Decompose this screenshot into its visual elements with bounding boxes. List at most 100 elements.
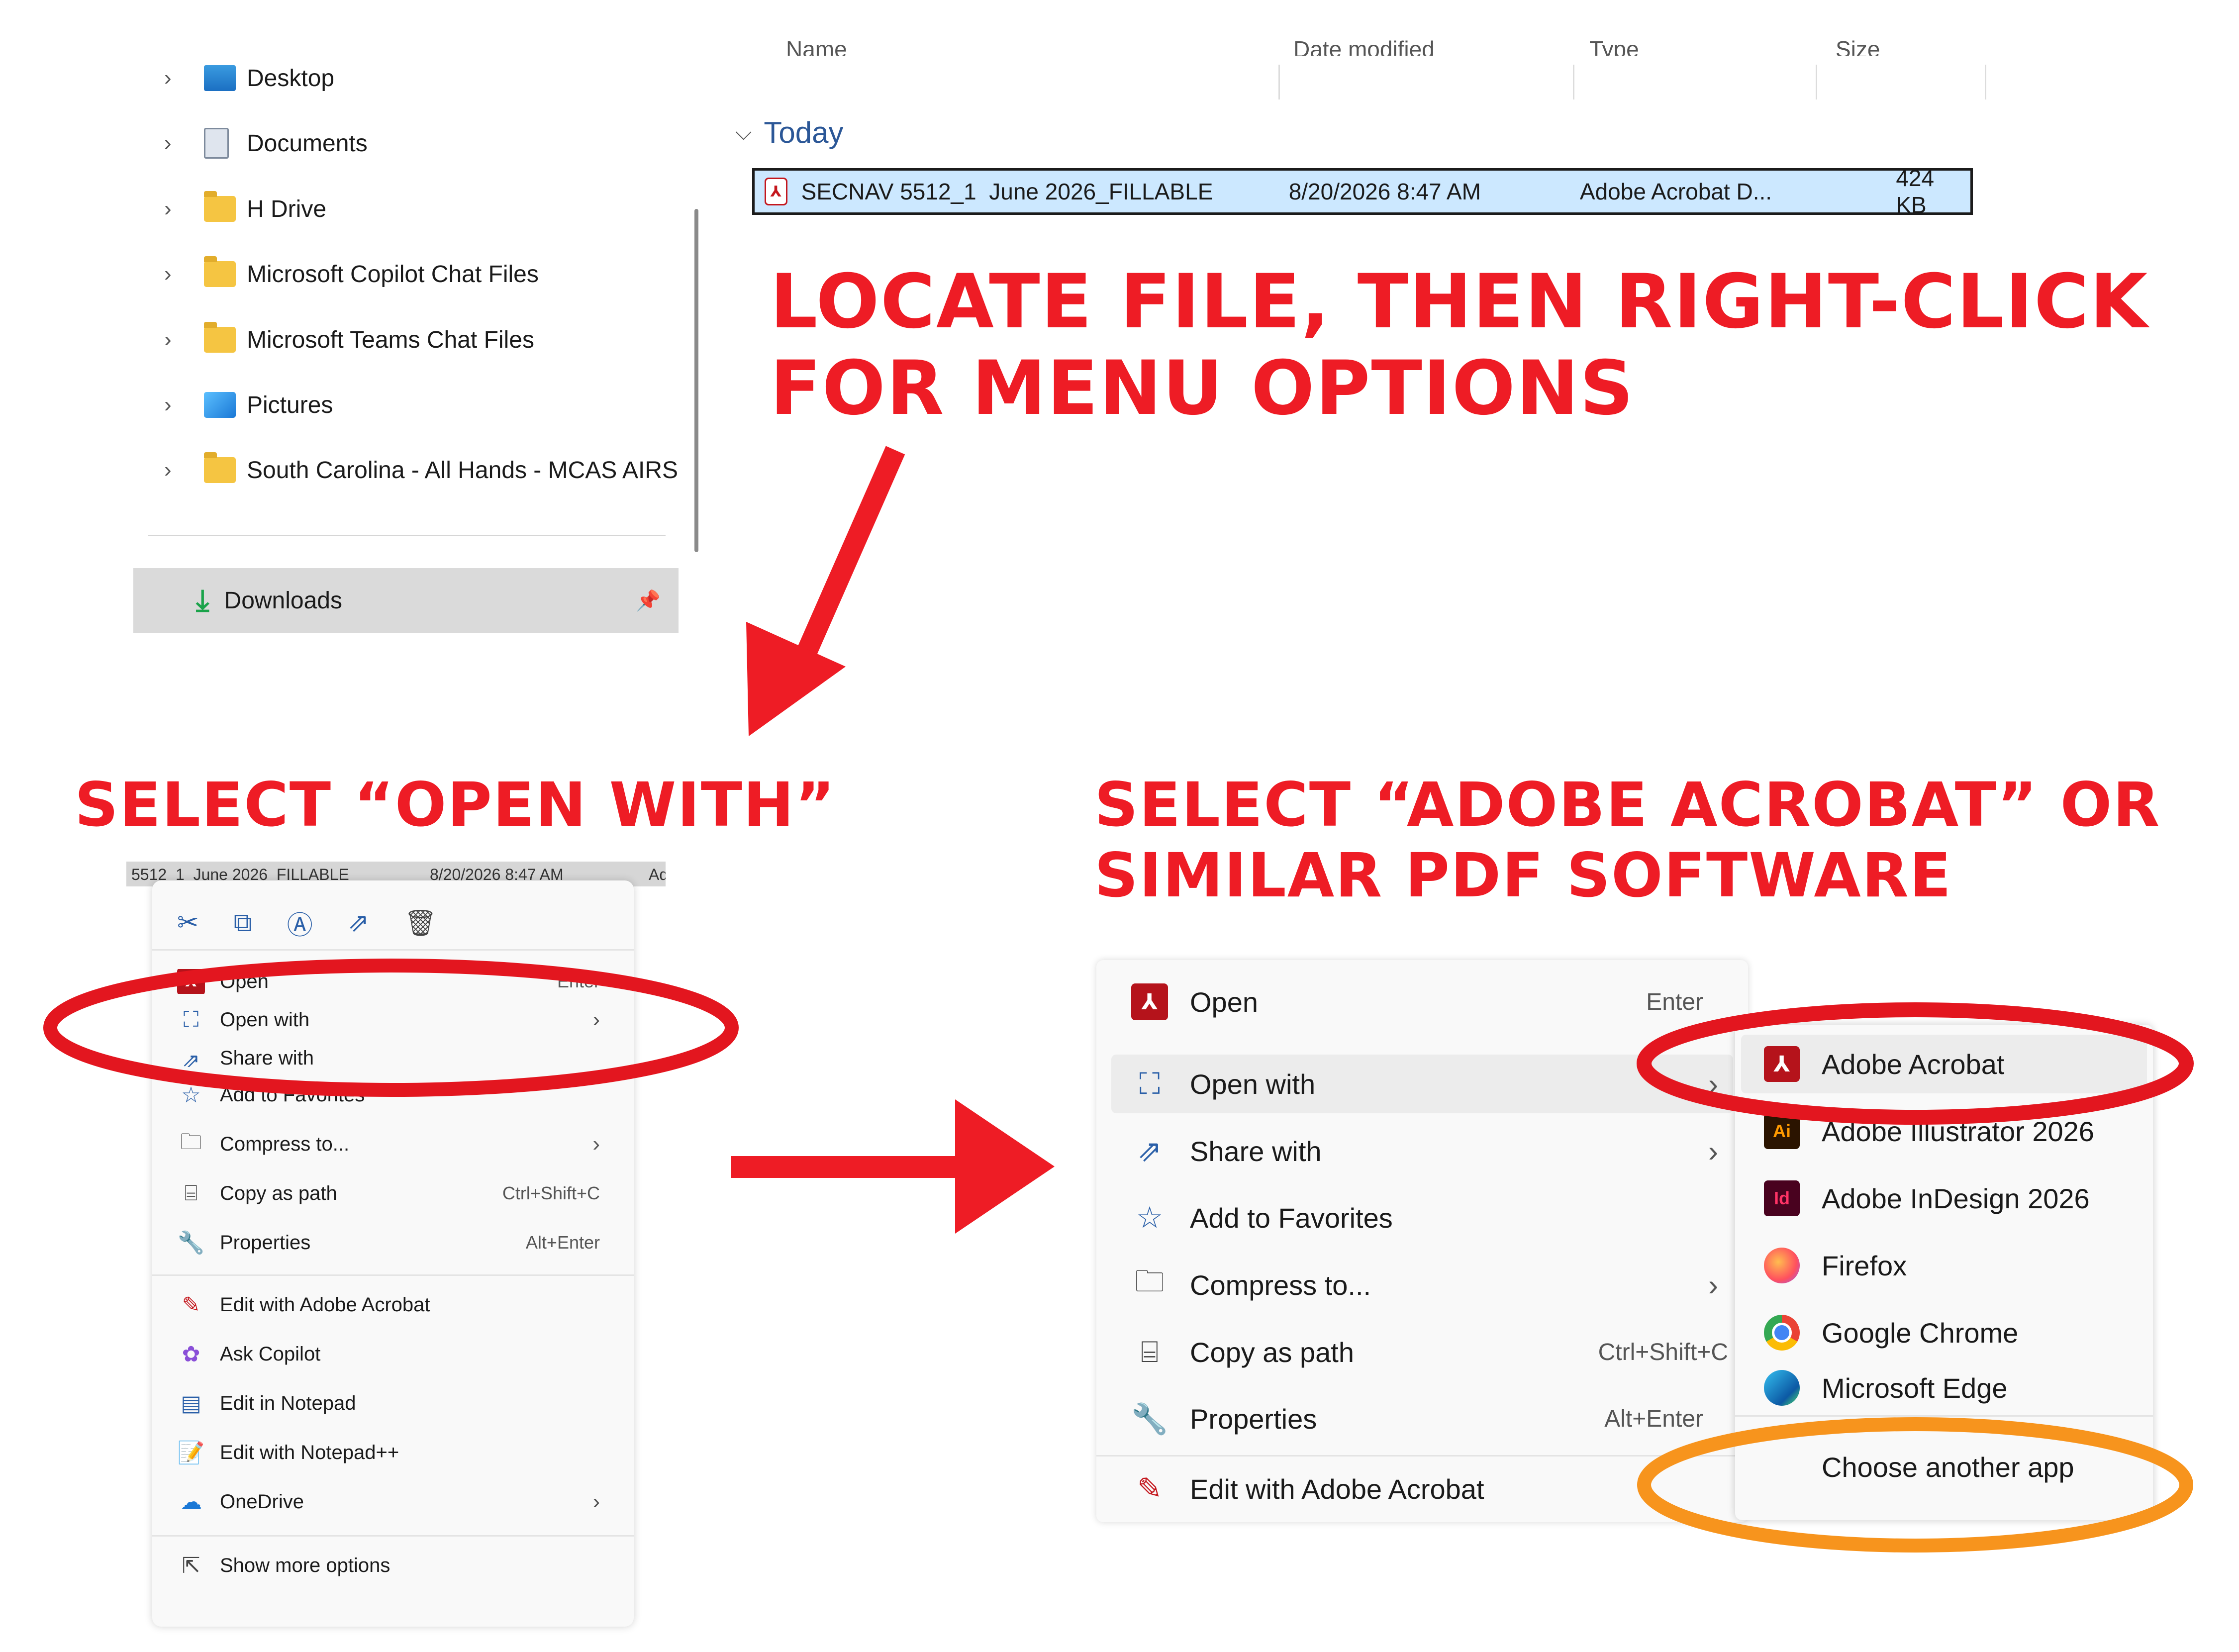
group-label: Today (764, 116, 844, 149)
submenu-item-edge[interactable]: Microsoft Edge (1741, 1368, 2147, 1408)
pin-icon[interactable]: 📌 (636, 589, 661, 612)
menu-item-share-with[interactable]: ⇗ Share with › (1111, 1122, 1733, 1180)
pdf-file-icon: ⅄ (765, 178, 787, 205)
nav-item-h-drive[interactable]: › H Drive (164, 179, 326, 239)
column-header-name[interactable]: Name (786, 36, 847, 56)
edge-icon (1764, 1370, 1800, 1406)
nav-item-desktop[interactable]: › Desktop (164, 48, 334, 108)
chevron-right-icon[interactable]: › (164, 458, 184, 483)
menu-separator (152, 1535, 634, 1537)
menu-item-copy-as-path[interactable]: ⌸ Copy as path Ctrl+Shift+C (1111, 1323, 1733, 1381)
nav-item-teams-chat-files[interactable]: › Microsoft Teams Chat Files (164, 310, 534, 370)
column-header-date[interactable]: Date modified (1293, 36, 1435, 56)
chrome-icon (1764, 1315, 1800, 1351)
step1-line2: FOR MENU OPTIONS (770, 345, 1635, 432)
delete-icon[interactable]: 🗑 (404, 908, 437, 938)
nav-item-south-carolina[interactable]: › South Carolina - All Hands - MCAS AIRS (164, 440, 681, 500)
open-with-icon: ⛶ (1139, 1067, 1160, 1100)
menu-item-compress[interactable]: 🗀 Compress to... › (177, 1122, 620, 1166)
context-menu-large: ⅄ Open Enter ⛶ Open with › ⇗ Share with … (1096, 960, 1748, 1522)
menu-item-show-more-options[interactable]: ⇱ Show more options (177, 1543, 620, 1588)
menu-item-open[interactable]: ⅄ Open Enter (177, 969, 620, 994)
group-header-today[interactable]: ⌵ Today (735, 115, 843, 150)
menu-item-share-with[interactable]: ⇗ Share with (177, 1047, 620, 1067)
submenu-item-label: Adobe Illustrator 2026 (1822, 1115, 2094, 1147)
wrench-icon: 🔧 (177, 1231, 205, 1255)
nav-item-label: Desktop (247, 65, 335, 92)
menu-item-open-with[interactable]: ⛶ Open with › (177, 997, 620, 1042)
submenu-item-label: Adobe Acrobat (1822, 1048, 2005, 1080)
menu-item-label: Show more options (220, 1554, 390, 1576)
menu-item-label: Open (220, 970, 269, 992)
file-row-selected[interactable]: ⅄ SECNAV 5512_1 June 2026_FILLABLE 8/20/… (752, 165, 1973, 218)
documents-icon (204, 128, 229, 159)
menu-item-edit-with-notepadpp[interactable]: 📝 Edit with Notepad++ (177, 1430, 620, 1475)
submenu-item-indesign[interactable]: Id Adobe InDesign 2026 (1741, 1169, 2147, 1228)
menu-item-edit-with-acrobat[interactable]: ✎ Edit with Adobe Acrobat (177, 1282, 620, 1327)
menu-item-label: Add to Favorites (220, 1083, 365, 1106)
column-separator[interactable] (1278, 65, 1280, 99)
column-separator[interactable] (1985, 65, 1986, 99)
file-type: Adobe Acrobat D... (1579, 179, 1772, 204)
menu-item-label: Open (1190, 986, 1258, 1018)
open-with-icon: ⛶ (183, 1007, 199, 1032)
rename-icon[interactable]: Ⓐ (287, 904, 313, 942)
submenu-item-choose-another-app[interactable]: Choose another app (1741, 1438, 2147, 1496)
cut-icon[interactable]: ✂ (177, 908, 199, 938)
menu-item-label: Open with (220, 1008, 310, 1031)
menu-item-ask-copilot[interactable]: ✿ Ask Copilot (177, 1332, 620, 1376)
share-icon[interactable]: ⇗ (348, 908, 370, 938)
firefox-icon (1764, 1248, 1800, 1283)
nav-item-documents[interactable]: › Documents (164, 113, 368, 173)
menu-item-label: Open with (1190, 1068, 1316, 1100)
archive-icon: 🗀 (1135, 1264, 1165, 1298)
submenu-item-adobe-acrobat[interactable]: ⅄ Adobe Acrobat (1741, 1035, 2147, 1093)
chevron-right-icon[interactable]: › (164, 131, 184, 156)
menu-item-label: Properties (1190, 1403, 1317, 1435)
menu-item-label: Edit in Notepad (220, 1392, 356, 1414)
menu-item-edit-with-acrobat[interactable]: ✎ Edit with Adobe Acrobat (1111, 1459, 1733, 1518)
acrobat-edit-icon: ✎ (182, 1292, 200, 1317)
menu-item-open[interactable]: ⅄ Open Enter (1111, 972, 1733, 1031)
column-separator[interactable] (1573, 65, 1574, 99)
column-separator[interactable] (1816, 65, 1817, 99)
menu-item-compress[interactable]: 🗀 Compress to... › (1111, 1256, 1733, 1314)
archive-icon: 🗀 (180, 1129, 202, 1154)
nav-item-downloads[interactable]: ⤓ Downloads 📌 (133, 568, 679, 633)
shared-folder-icon (204, 452, 236, 483)
chevron-right-icon[interactable]: › (164, 196, 184, 221)
wrench-icon: 🔧 (1131, 1402, 1168, 1436)
menu-item-copy-as-path[interactable]: ⌸ Copy as path Ctrl+Shift+C (177, 1171, 620, 1216)
chevron-right-icon[interactable]: › (164, 392, 184, 417)
chevron-right-icon: › (592, 1489, 600, 1514)
folder-icon (204, 322, 236, 353)
chevron-right-icon[interactable]: › (164, 262, 184, 287)
menu-separator (152, 1274, 634, 1276)
nav-item-pictures[interactable]: › Pictures (164, 375, 333, 435)
chevron-right-icon[interactable]: › (164, 66, 184, 91)
step3-instruction: SELECT “ADOBE ACROBAT” OR SIMILAR PDF SO… (1094, 770, 2160, 911)
menu-item-properties[interactable]: 🔧 Properties Alt+Enter (1111, 1389, 1733, 1448)
menu-item-onedrive[interactable]: ☁ OneDrive › (177, 1479, 620, 1524)
menu-item-add-to-favorites[interactable]: ☆ Add to Favorites (177, 1072, 620, 1117)
column-header-size[interactable]: Size (1836, 36, 1880, 56)
copy-icon[interactable]: ⧉ (234, 908, 252, 938)
menu-item-properties[interactable]: 🔧 Properties Alt+Enter (177, 1220, 620, 1265)
nav-item-copilot-chat-files[interactable]: › Microsoft Copilot Chat Files (164, 244, 539, 304)
submenu-item-firefox[interactable]: Firefox (1741, 1236, 2147, 1295)
submenu-item-illustrator[interactable]: Ai Adobe Illustrator 2026 (1741, 1102, 2147, 1161)
submenu-item-chrome[interactable]: Google Chrome (1741, 1303, 2147, 1362)
menu-item-open-with[interactable]: ⛶ Open with › (1111, 1055, 1733, 1113)
menu-item-add-to-favorites[interactable]: ☆ Add to Favorites (1111, 1188, 1733, 1247)
nav-item-label: Documents (247, 130, 368, 157)
chevron-right-icon[interactable]: › (164, 327, 184, 352)
menu-shortcut: Enter (1646, 988, 1703, 1015)
peek-file-type: Ad (649, 866, 666, 883)
nav-scrollbar[interactable] (694, 209, 698, 552)
step1-line1: LOCATE FILE, THEN RIGHT-CLICK (770, 259, 2149, 345)
menu-item-edit-in-notepad[interactable]: ▤ Edit in Notepad (177, 1381, 620, 1426)
column-header-type[interactable]: Type (1589, 36, 1639, 56)
menu-shortcut: Ctrl+Shift+C (502, 1183, 600, 1203)
chevron-right-icon: › (592, 1007, 600, 1032)
step2-instruction: SELECT “OPEN WITH” (75, 770, 836, 840)
